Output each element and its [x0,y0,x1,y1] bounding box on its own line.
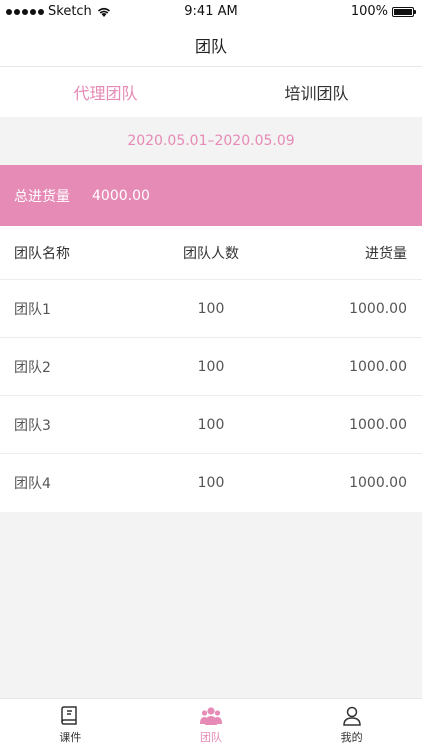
tab-agent-team[interactable]: 代理团队 [0,67,211,117]
page-title: 团队 [194,37,227,56]
bottom-tab-bar: 课件 团队 我的 [0,698,422,750]
team-volume: 1000.00 [349,300,407,317]
table-header: 团队名称 团队人数 进货量 [0,226,422,280]
book-icon [61,706,78,725]
header-volume: 进货量 [365,245,407,262]
summary-value: 4000.00 [92,187,150,204]
team-tabs: 代理团队 培训团队 [0,67,422,117]
battery-percent: 100% [350,4,388,19]
table-row[interactable]: 团队4 100 1000.00 [0,454,422,512]
battery-icon [392,6,416,17]
header-team-count: 团队人数 [183,245,239,262]
user-icon [342,706,361,726]
summary-label: 总进货量 [14,188,70,205]
team-volume: 1000.00 [349,416,407,433]
summary-bar: 总进货量 4000.00 [0,165,422,226]
team-volume: 1000.00 [349,358,407,375]
team-volume: 1000.00 [349,475,407,491]
team-icon [200,707,222,725]
team-table: 团队名称 团队人数 进货量 团队1 100 1000.00 团队2 100 10… [0,226,422,512]
table-row[interactable]: 团队2 100 1000.00 [0,338,422,396]
table-row[interactable]: 团队3 100 1000.00 [0,396,422,454]
date-range[interactable]: 2020.05.01–2020.05.09 [0,117,422,165]
tab-bar-label: 我的 [340,731,363,744]
status-right: 100% [350,4,416,19]
tab-bar-team[interactable]: 团队 [141,699,282,750]
tab-bar-mine[interactable]: 我的 [281,699,422,750]
tab-training-team[interactable]: 培训团队 [211,67,422,117]
table-row[interactable]: 团队1 100 1000.00 [0,280,422,338]
tab-bar-label: 团队 [200,731,222,744]
tab-bar-label: 课件 [59,731,82,744]
status-bar: Sketch 9:41 AM 100% [0,0,422,24]
nav-bar: 团队 [0,24,422,67]
tab-bar-courseware[interactable]: 课件 [0,699,141,750]
